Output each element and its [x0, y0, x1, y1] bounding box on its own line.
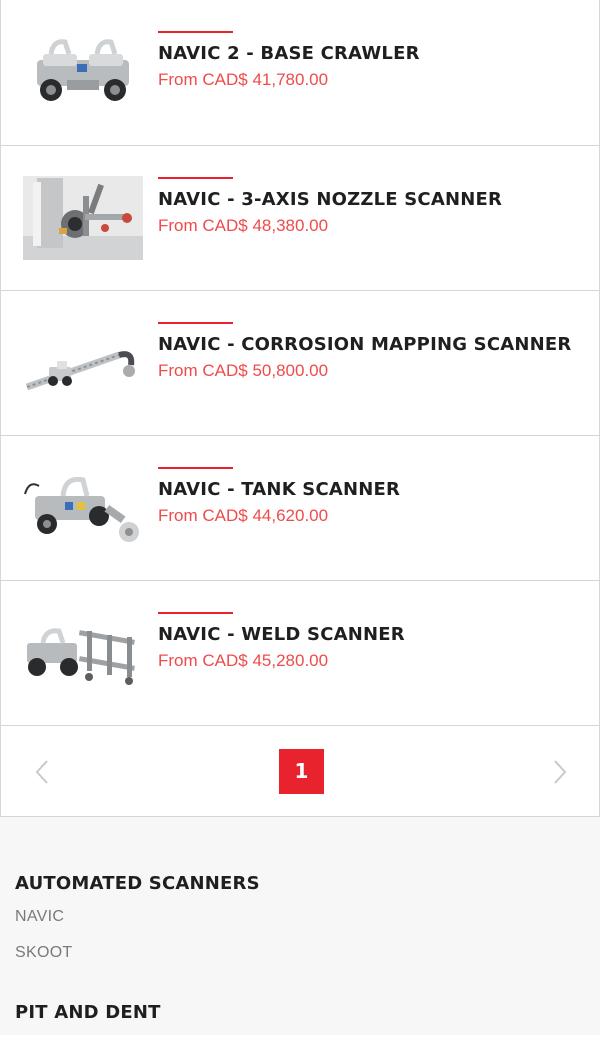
weld-scanner-image[interactable] — [23, 611, 143, 695]
product-card[interactable]: NAVIC - 3-AXIS NOZZLE SCANNER From CAD$ … — [0, 146, 600, 291]
product-price: From CAD$ 45,280.00 — [158, 651, 329, 670]
category-title[interactable]: PIT AND DENT — [15, 1002, 161, 1023]
product-title[interactable]: NAVIC - TANK SCANNER — [158, 479, 400, 500]
product-price: From CAD$ 50,800.00 — [158, 361, 329, 380]
pagination: 1 — [0, 726, 600, 817]
category-sidebar: AUTOMATED SCANNERS NAVIC SKOOT PIT AND D… — [0, 817, 600, 1035]
product-card[interactable]: NAVIC 2 - BASE CRAWLER From CAD$ 41,780.… — [0, 0, 600, 146]
corrosion-scanner-image[interactable] — [23, 321, 143, 405]
chevron-left-icon[interactable] — [32, 759, 54, 785]
nozzle-scanner-image[interactable] — [23, 176, 143, 260]
base-crawler-image[interactable] — [23, 30, 143, 114]
product-title[interactable]: NAVIC 2 - BASE CRAWLER — [158, 43, 420, 64]
product-card[interactable]: NAVIC - TANK SCANNER From CAD$ 44,620.00 — [0, 436, 600, 581]
product-price: From CAD$ 41,780.00 — [158, 70, 329, 89]
product-title[interactable]: NAVIC - CORROSION MAPPING SCANNER — [158, 334, 571, 355]
title-accent-line — [158, 612, 233, 614]
product-price: From CAD$ 44,620.00 — [158, 506, 329, 525]
title-accent-line — [158, 177, 233, 179]
category-link-navic[interactable]: NAVIC — [15, 908, 64, 926]
title-accent-line — [158, 467, 233, 469]
category-title[interactable]: AUTOMATED SCANNERS — [15, 873, 260, 894]
product-list: NAVIC 2 - BASE CRAWLER From CAD$ 41,780.… — [0, 0, 600, 726]
title-accent-line — [158, 31, 233, 33]
product-title[interactable]: NAVIC - 3-AXIS NOZZLE SCANNER — [158, 189, 502, 210]
category-link-skoot[interactable]: SKOOT — [15, 944, 73, 962]
title-accent-line — [158, 322, 233, 324]
product-price: From CAD$ 48,380.00 — [158, 216, 329, 235]
product-card[interactable]: NAVIC - WELD SCANNER From CAD$ 45,280.00 — [0, 581, 600, 726]
current-page-button[interactable]: 1 — [279, 749, 324, 794]
product-card[interactable]: NAVIC - CORROSION MAPPING SCANNER From C… — [0, 291, 600, 436]
tank-scanner-image[interactable] — [23, 466, 143, 550]
chevron-right-icon[interactable] — [548, 759, 570, 785]
product-title[interactable]: NAVIC - WELD SCANNER — [158, 624, 405, 645]
